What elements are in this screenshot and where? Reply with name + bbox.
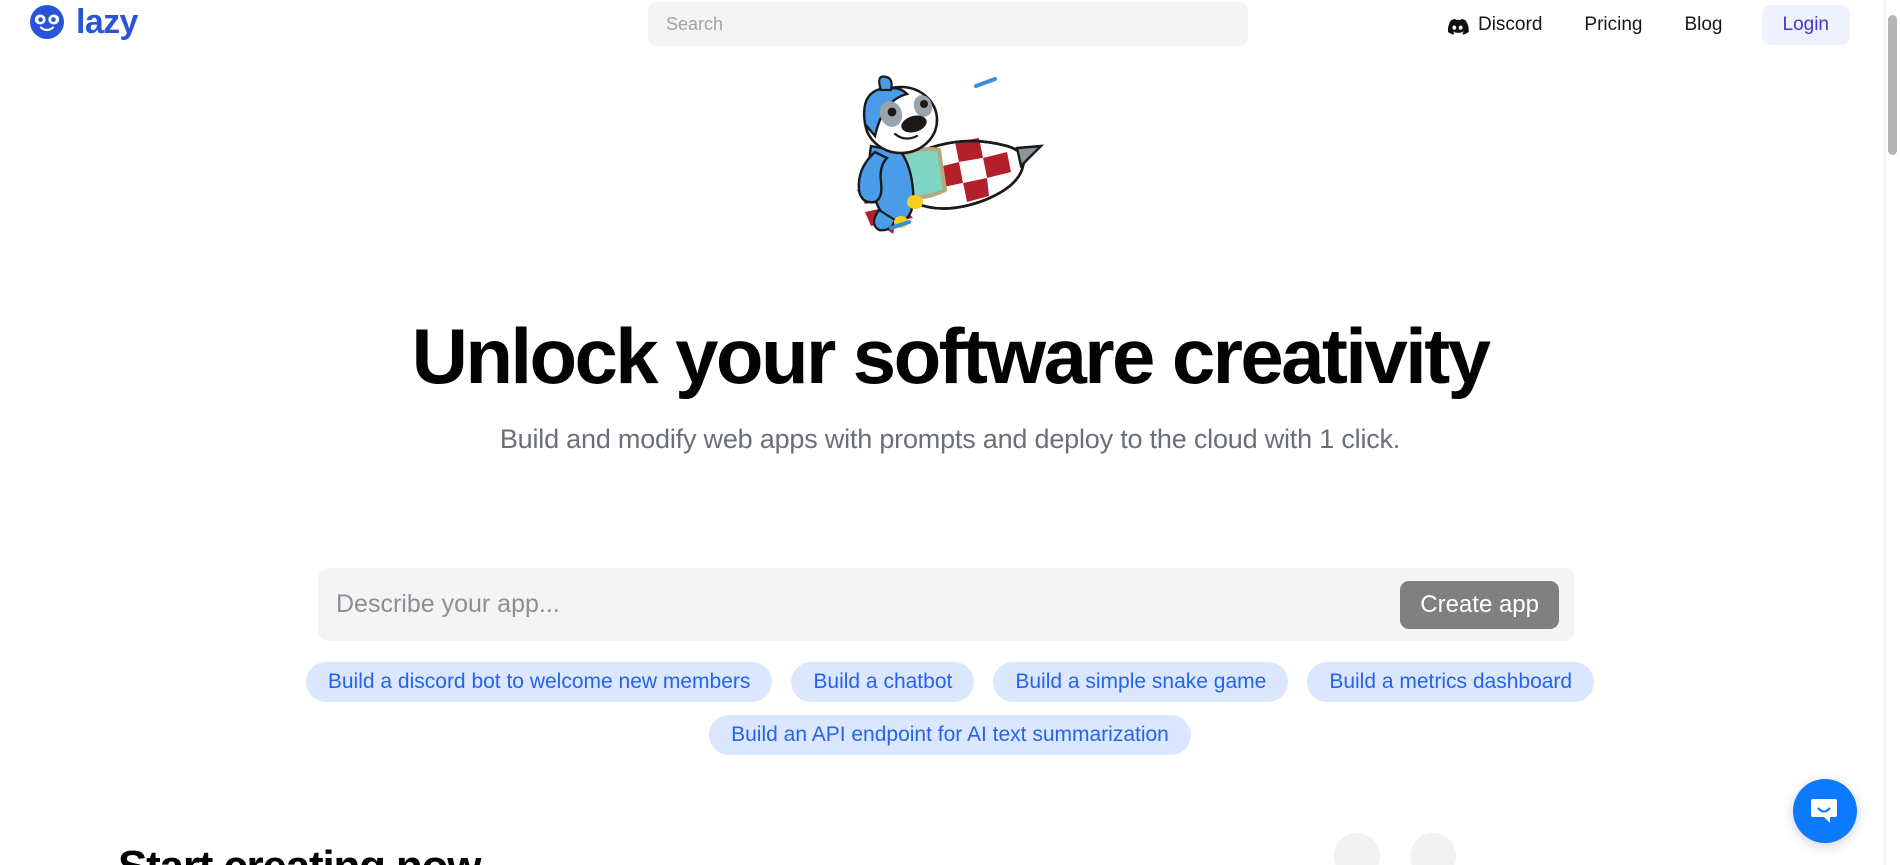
search-input[interactable] (648, 2, 1248, 46)
below-fold-section: Start creating now (0, 845, 1900, 865)
login-button[interactable]: Login (1761, 4, 1850, 45)
discord-icon (1446, 14, 1469, 37)
page-root: lazy Discord Pricing Blog Login (0, 0, 1900, 865)
app-prompt-bar: Create app (318, 568, 1575, 641)
nav-item-discord-label: Discord (1477, 13, 1543, 35)
suggestion-chip[interactable]: Build an API endpoint for AI text summar… (709, 715, 1191, 755)
nav-item-blog[interactable]: Blog (1663, 5, 1743, 45)
brand-name: lazy (76, 3, 138, 41)
suggestion-chip-list: Build a discord bot to welcome new membe… (0, 662, 1900, 755)
chat-bubble-smiley-icon (1809, 795, 1841, 827)
page-subtitle: Build and modify web apps with prompts a… (499, 424, 1401, 454)
suggestion-chip[interactable]: Build a metrics dashboard (1307, 662, 1595, 702)
site-header: lazy Discord Pricing Blog Login (0, 0, 1884, 49)
sloth-riding-rocket-illustration (835, 62, 1065, 242)
suggestion-chip[interactable]: Build a discord bot to welcome new membe… (305, 662, 773, 702)
app-description-input[interactable] (336, 568, 1401, 641)
suggestion-chip[interactable]: Build a simple snake game (993, 662, 1289, 702)
create-app-button[interactable]: Create app (1400, 580, 1559, 629)
chat-launcher-button[interactable] (1793, 779, 1857, 843)
nav-item-blog-label: Blog (1684, 13, 1723, 35)
below-fold-section-title: Start creating now (118, 845, 481, 865)
nav-item-pricing-label: Pricing (1584, 13, 1643, 35)
sloth-face-logo-icon (27, 2, 67, 42)
page-title: Unlock your software creativity (411, 312, 1491, 400)
suggestion-chip[interactable]: Build a chatbot (791, 662, 975, 702)
brand-logo-link[interactable]: lazy (27, 2, 138, 42)
search-bar[interactable] (648, 2, 1248, 46)
page-scrollbar-thumb[interactable] (1888, 15, 1897, 155)
decorative-circle (1334, 833, 1380, 865)
page-scrollbar[interactable] (1884, 0, 1900, 865)
nav-item-pricing[interactable]: Pricing (1563, 5, 1663, 45)
decorative-circle (1410, 833, 1456, 865)
nav-item-discord[interactable]: Discord (1425, 5, 1563, 45)
primary-nav: Discord Pricing Blog Login (1425, 0, 1850, 49)
